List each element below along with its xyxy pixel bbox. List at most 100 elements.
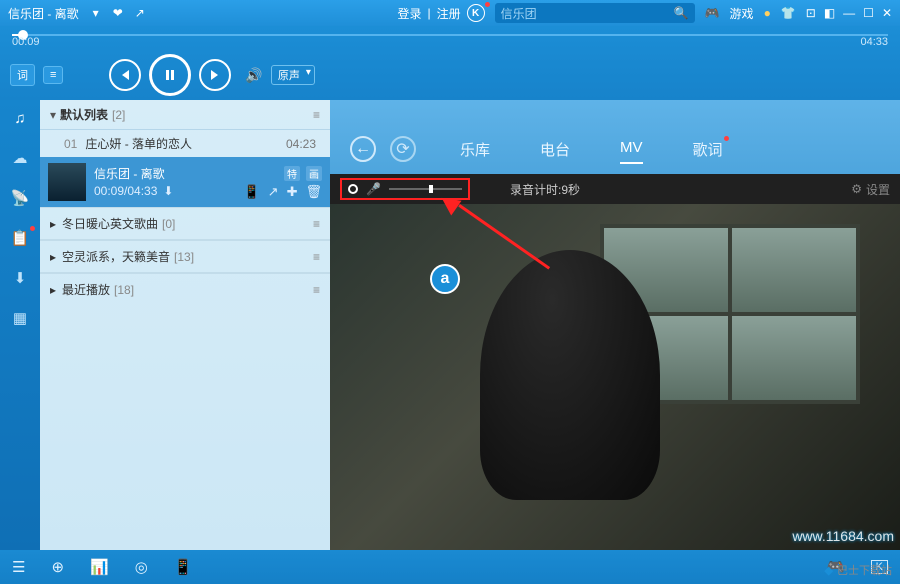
top-nav: ← ⟳ 乐库 电台 MV 歌词 <box>330 100 900 174</box>
track-delete-icon[interactable]: 🗑 <box>305 184 322 200</box>
sidebar-cloud-icon[interactable]: ☁ <box>13 149 28 167</box>
category-title: 最近播放 <box>62 281 110 298</box>
active-track-title: 信乐团 - 离歌 <box>94 165 165 182</box>
sidebar: ♫ ☁ 📡 📋 ⬇ ▦ <box>0 100 40 550</box>
record-bar: 🎤 录音计时:9秒 ⚙ 设置 <box>330 174 900 204</box>
now-playing-title: 信乐团 - 离歌 <box>8 5 89 22</box>
slider-knob[interactable] <box>429 185 433 193</box>
kugou-logo-icon[interactable]: K <box>467 4 485 22</box>
lyric-button[interactable]: 词 <box>10 64 35 86</box>
track-row-active[interactable]: 信乐团 - 离歌 特 画 00:09/04:33 ⬇ 📱 ↗ ✚ � <box>40 157 330 207</box>
expand-icon[interactable]: ▸ <box>50 250 56 264</box>
record-timer-label: 录音计时:9秒 <box>510 181 580 198</box>
favorite-icon[interactable]: ❤ <box>113 6 123 20</box>
image-watermark: www.11684.com <box>792 528 894 544</box>
category-title: 冬日暖心英文歌曲 <box>62 215 158 232</box>
playlist-category[interactable]: ▸ 冬日暖心英文歌曲 [0] ≡ <box>40 207 330 240</box>
playlist-title: 默认列表 <box>60 106 108 123</box>
mic-volume-slider[interactable] <box>389 188 462 190</box>
coin-icon[interactable]: ● <box>764 6 771 20</box>
volume-icon[interactable]: 🔊 <box>245 67 262 84</box>
playlist-category[interactable]: ▸ 最近播放 [18] ≡ <box>40 273 330 305</box>
login-link[interactable]: 登录 <box>397 5 421 22</box>
minimize-icon[interactable]: — <box>843 6 855 20</box>
seek-track[interactable] <box>12 34 888 36</box>
tab-lyrics[interactable]: 歌词 <box>693 139 723 164</box>
category-count: [0] <box>162 217 175 231</box>
footer-brand: ◆ 巴士下载站 <box>825 562 892 578</box>
expand-icon[interactable]: ▸ <box>50 217 56 231</box>
playlist-category[interactable]: ▸ 空灵派系，天籁美音 [13] ≡ <box>40 240 330 273</box>
category-title: 空灵派系，天籁美音 <box>62 248 170 265</box>
mic-icon[interactable]: 🎤 <box>366 182 381 196</box>
close-icon[interactable]: ✕ <box>882 6 892 20</box>
skin-icon[interactable]: 👕 <box>781 6 796 20</box>
bottom-toolbar: ☰ ⊕ 📊 ◎ 📱 🎮 K <box>0 550 900 584</box>
brand-text: 巴士下载站 <box>837 562 892 578</box>
shuffle-icon[interactable]: ☰ <box>12 558 25 576</box>
sidebar-apps-icon[interactable]: ▦ <box>13 309 27 327</box>
games-label[interactable]: 游戏 <box>730 5 754 22</box>
title-bar: 信乐团 - 离歌 ▾ ❤ ↗ 登录 | 注册 K 🔍 🎮 游戏 ● 👕 ⊡ ◧ … <box>0 0 900 26</box>
equalizer-icon[interactable]: 📊 <box>90 558 109 576</box>
search-box[interactable]: 🔍 <box>495 3 695 23</box>
prev-button[interactable] <box>109 59 141 91</box>
compact-icon[interactable]: ◧ <box>824 6 835 20</box>
sidebar-list-icon[interactable]: 📋 <box>11 229 30 247</box>
track-download-icon[interactable]: ⬇ <box>163 184 173 200</box>
seek-bar[interactable]: 00:09 04:33 <box>0 26 900 50</box>
album-thumb <box>48 163 86 201</box>
record-button[interactable] <box>348 184 358 194</box>
category-menu-icon[interactable]: ≡ <box>313 283 320 297</box>
video-player[interactable]: a <box>330 204 900 550</box>
mini-mode-icon[interactable]: ⊡ <box>806 6 816 20</box>
content-area: ← ⟳ 乐库 电台 MV 歌词 🎤 录音计时:9秒 <box>330 100 900 550</box>
back-button[interactable]: ← <box>350 136 376 162</box>
sidebar-music-icon[interactable]: ♫ <box>14 110 25 127</box>
tab-radio[interactable]: 电台 <box>540 139 570 164</box>
tab-library[interactable]: 乐库 <box>460 139 490 164</box>
category-menu-icon[interactable]: ≡ <box>313 217 320 231</box>
mobile-icon[interactable]: 📱 <box>174 558 193 576</box>
share-icon[interactable]: ↗ <box>135 6 145 20</box>
active-track-time: 00:09/04:33 <box>94 184 157 200</box>
discover-icon[interactable]: ◎ <box>135 558 148 576</box>
dropdown-icon[interactable]: ▾ <box>93 6 99 20</box>
video-watermark-logo: a <box>430 264 460 294</box>
playlist-menu-icon[interactable]: ≡ <box>313 108 320 122</box>
track-tag[interactable]: 画 <box>306 166 322 181</box>
pause-button[interactable] <box>149 54 191 96</box>
track-row[interactable]: 01 庄心妍 - 落单的恋人 04:23 <box>40 130 330 157</box>
eq-button[interactable]: ≡ <box>43 66 63 84</box>
time-total: 04:33 <box>860 36 888 48</box>
collapse-icon[interactable]: ▾ <box>50 108 56 122</box>
register-link[interactable]: 注册 <box>437 5 461 22</box>
record-settings[interactable]: ⚙ 设置 <box>851 181 890 198</box>
next-button[interactable] <box>199 59 231 91</box>
account-area: 登录 | 注册 K <box>397 4 484 22</box>
track-title: 庄心妍 - 落单的恋人 <box>85 135 192 152</box>
search-input[interactable] <box>501 6 674 20</box>
expand-icon[interactable]: ▸ <box>50 283 56 297</box>
sidebar-download-icon[interactable]: ⬇ <box>14 269 27 287</box>
games-icon[interactable]: 🎮 <box>705 6 720 20</box>
category-count: [13] <box>174 250 194 264</box>
playlist-count: [2] <box>112 108 125 122</box>
add-icon[interactable]: ⊕ <box>51 558 64 576</box>
time-current: 00:09 <box>12 36 40 48</box>
track-share-icon[interactable]: ↗ <box>268 184 279 200</box>
search-icon[interactable]: 🔍 <box>674 6 689 20</box>
tab-mv[interactable]: MV <box>620 139 643 164</box>
category-menu-icon[interactable]: ≡ <box>313 250 320 264</box>
video-scene-figure <box>480 250 660 500</box>
track-mobile-icon[interactable]: 📱 <box>243 184 259 200</box>
sidebar-radio-icon[interactable]: 📡 <box>11 189 30 207</box>
sound-mode-select[interactable]: 原声 <box>271 65 315 85</box>
playlist-header[interactable]: ▾ 默认列表 [2] ≡ <box>40 100 330 130</box>
track-tag[interactable]: 特 <box>284 166 300 181</box>
track-more-icon[interactable]: ✚ <box>287 184 298 200</box>
maximize-icon[interactable]: ☐ <box>863 6 874 20</box>
track-duration: 04:23 <box>286 137 316 151</box>
category-count: [18] <box>114 283 134 297</box>
refresh-button[interactable]: ⟳ <box>390 136 416 162</box>
